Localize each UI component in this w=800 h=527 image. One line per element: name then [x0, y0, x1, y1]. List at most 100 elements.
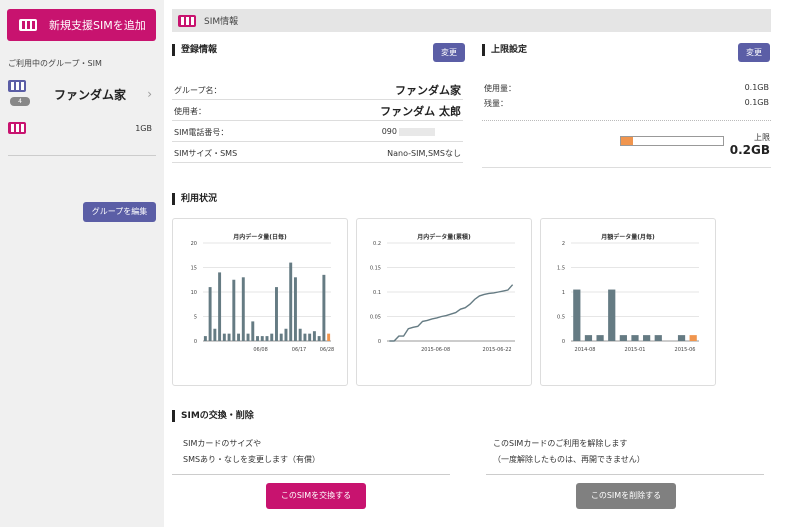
chart-bar — [327, 333, 331, 341]
info-row-user: 使用者： ファンダム 太郎 — [172, 100, 463, 121]
y-tick-label: 0.05 — [370, 315, 381, 321]
chart-bar — [643, 335, 651, 341]
chart-daily: 月内データ量(日毎) 0 5 10 15 20 06/08 06/17 06/28 — [172, 218, 348, 386]
y-tick-label: 10 — [191, 290, 197, 296]
group-name: ファンダム家 — [54, 88, 127, 102]
info-key: SIMサイズ・SMS — [174, 149, 238, 158]
info-value: Nano-SIM,SMSなし — [387, 149, 461, 158]
divider — [486, 474, 764, 475]
chart-bar — [260, 336, 264, 341]
usage-gauge-fill — [621, 137, 634, 145]
chart-bar — [246, 333, 250, 341]
chart-bar — [689, 335, 697, 341]
phone-prefix: 090 — [381, 127, 397, 136]
chart-bar — [208, 287, 212, 341]
chart-bar — [303, 333, 307, 341]
usage-heading: 利用状況 — [172, 193, 217, 205]
limit-heading: 上限設定 — [482, 44, 527, 56]
delete-sim-button[interactable]: このSIMを削除する — [576, 483, 676, 509]
chart-bar — [308, 333, 312, 341]
cap-label: 上限 — [754, 133, 770, 142]
add-sim-button[interactable]: 新規支援SIMを追加 — [7, 9, 156, 41]
info-row-sim-size: SIMサイズ・SMS Nano-SIM,SMSなし — [172, 142, 463, 163]
chart-bar — [227, 333, 231, 341]
chart-daily-plot: 0 5 10 15 20 06/08 06/17 06/28 — [191, 241, 335, 353]
sim-card-icon — [19, 19, 37, 31]
info-value: ファンダム家 — [395, 84, 461, 97]
remaining-label: 残量： — [484, 99, 508, 108]
chart-bar — [317, 336, 321, 341]
chevron-right-icon: › — [147, 87, 152, 101]
swap-desc-line: SMSあり・なしを変更します（有償） — [183, 455, 321, 464]
group-sim-icon — [8, 80, 26, 94]
x-tick-label: 2015-01 — [625, 347, 646, 353]
limit-edit-button[interactable]: 変更 — [738, 43, 770, 62]
chart-cumulative-plot: 0 0.05 0.1 0.15 0.2 2015-06-08 2015-06-22 — [370, 241, 515, 353]
chart-bar — [573, 289, 581, 341]
chart-bar — [631, 335, 639, 341]
registration-heading: 登録情報 — [172, 44, 217, 56]
info-key: グループ名： — [174, 86, 222, 95]
chart-bar — [284, 328, 288, 341]
chart-bar — [619, 335, 627, 341]
x-tick-label: 2015-06-08 — [421, 347, 450, 353]
edit-group-button[interactable]: グループを編集 — [83, 202, 156, 222]
group-list-caption: ご利用中のグループ・SIM — [8, 59, 102, 68]
chart-bar — [608, 289, 616, 341]
chart-bar — [654, 335, 662, 341]
x-tick-label: 06/17 — [292, 347, 306, 353]
x-tick-label: 2014-08 — [575, 347, 596, 353]
chart-bar — [213, 328, 217, 341]
chart-bar — [270, 333, 274, 341]
y-tick-label: 0 — [562, 339, 565, 345]
chart-bar — [322, 274, 326, 341]
swap-heading: SIMの交換・削除 — [172, 410, 254, 422]
x-tick-label: 06/28 — [320, 347, 334, 353]
y-tick-label: 0.2 — [373, 241, 381, 247]
x-tick-label: 2015-06 — [675, 347, 696, 353]
sidebar: 新規支援SIMを追加 ご利用中のグループ・SIM 4 ファンダム家 › 1GB … — [0, 0, 164, 527]
delete-description: このSIMカードのご利用を解除します （一度解除したものは、再開できません） — [493, 436, 645, 468]
add-sim-label: 新規支援SIMを追加 — [49, 19, 146, 32]
chart-bar — [298, 328, 302, 341]
chart-bar — [275, 287, 278, 341]
chart-bar — [232, 279, 236, 341]
chart-bar — [241, 277, 245, 341]
y-tick-label: 2 — [562, 241, 565, 247]
chart-bar — [222, 333, 226, 341]
swap-sim-button[interactable]: このSIMを交換する — [266, 483, 366, 509]
page-title: SIM情報 — [204, 17, 239, 27]
chart-bar — [677, 335, 686, 341]
sim-card-icon — [178, 14, 196, 27]
y-tick-label: 0.5 — [557, 315, 565, 321]
remaining-value: 0.1GB — [744, 98, 769, 107]
chart-bar — [279, 333, 283, 341]
chart-cumulative: 月内データ量(累積) 0 0.05 0.1 0.15 0.2 2015-06-08 2015… — [356, 218, 532, 386]
info-row-group: グループ名： ファンダム家 — [172, 79, 463, 100]
registration-edit-button[interactable]: 変更 — [433, 43, 465, 62]
cap-value: 0.2GB — [729, 143, 770, 157]
chart-bar — [312, 331, 316, 341]
info-key: SIM電話番号： — [174, 128, 229, 137]
sim-capacity: 1GB — [135, 124, 152, 133]
x-tick-label: 2015-06-22 — [483, 347, 512, 353]
chart-bar — [256, 336, 259, 341]
chart-bar — [584, 335, 593, 341]
y-tick-label: 0.1 — [373, 290, 381, 296]
divider — [8, 155, 156, 156]
info-key: 使用者： — [174, 107, 206, 116]
y-tick-label: 0 — [378, 339, 381, 345]
info-value: 090 — [382, 127, 435, 136]
swap-desc-line: SIMカードのサイズや — [183, 439, 262, 448]
used-label: 使用量： — [484, 84, 516, 93]
delete-desc-line: （一度解除したものは、再開できません） — [493, 455, 645, 464]
y-tick-label: 0.15 — [370, 266, 381, 272]
chart-bar — [289, 262, 293, 341]
sidebar-sim-item[interactable]: 1GB — [8, 122, 156, 138]
sidebar-group-item[interactable]: 4 ファンダム家 › — [8, 80, 156, 108]
chart-bar — [265, 336, 269, 341]
group-count-badge: 4 — [10, 97, 30, 106]
delete-desc-line: このSIMカードのご利用を解除します — [493, 439, 628, 448]
limit-remaining-row: 残量： 0.1GB — [482, 98, 771, 112]
chart-bar — [237, 333, 241, 341]
